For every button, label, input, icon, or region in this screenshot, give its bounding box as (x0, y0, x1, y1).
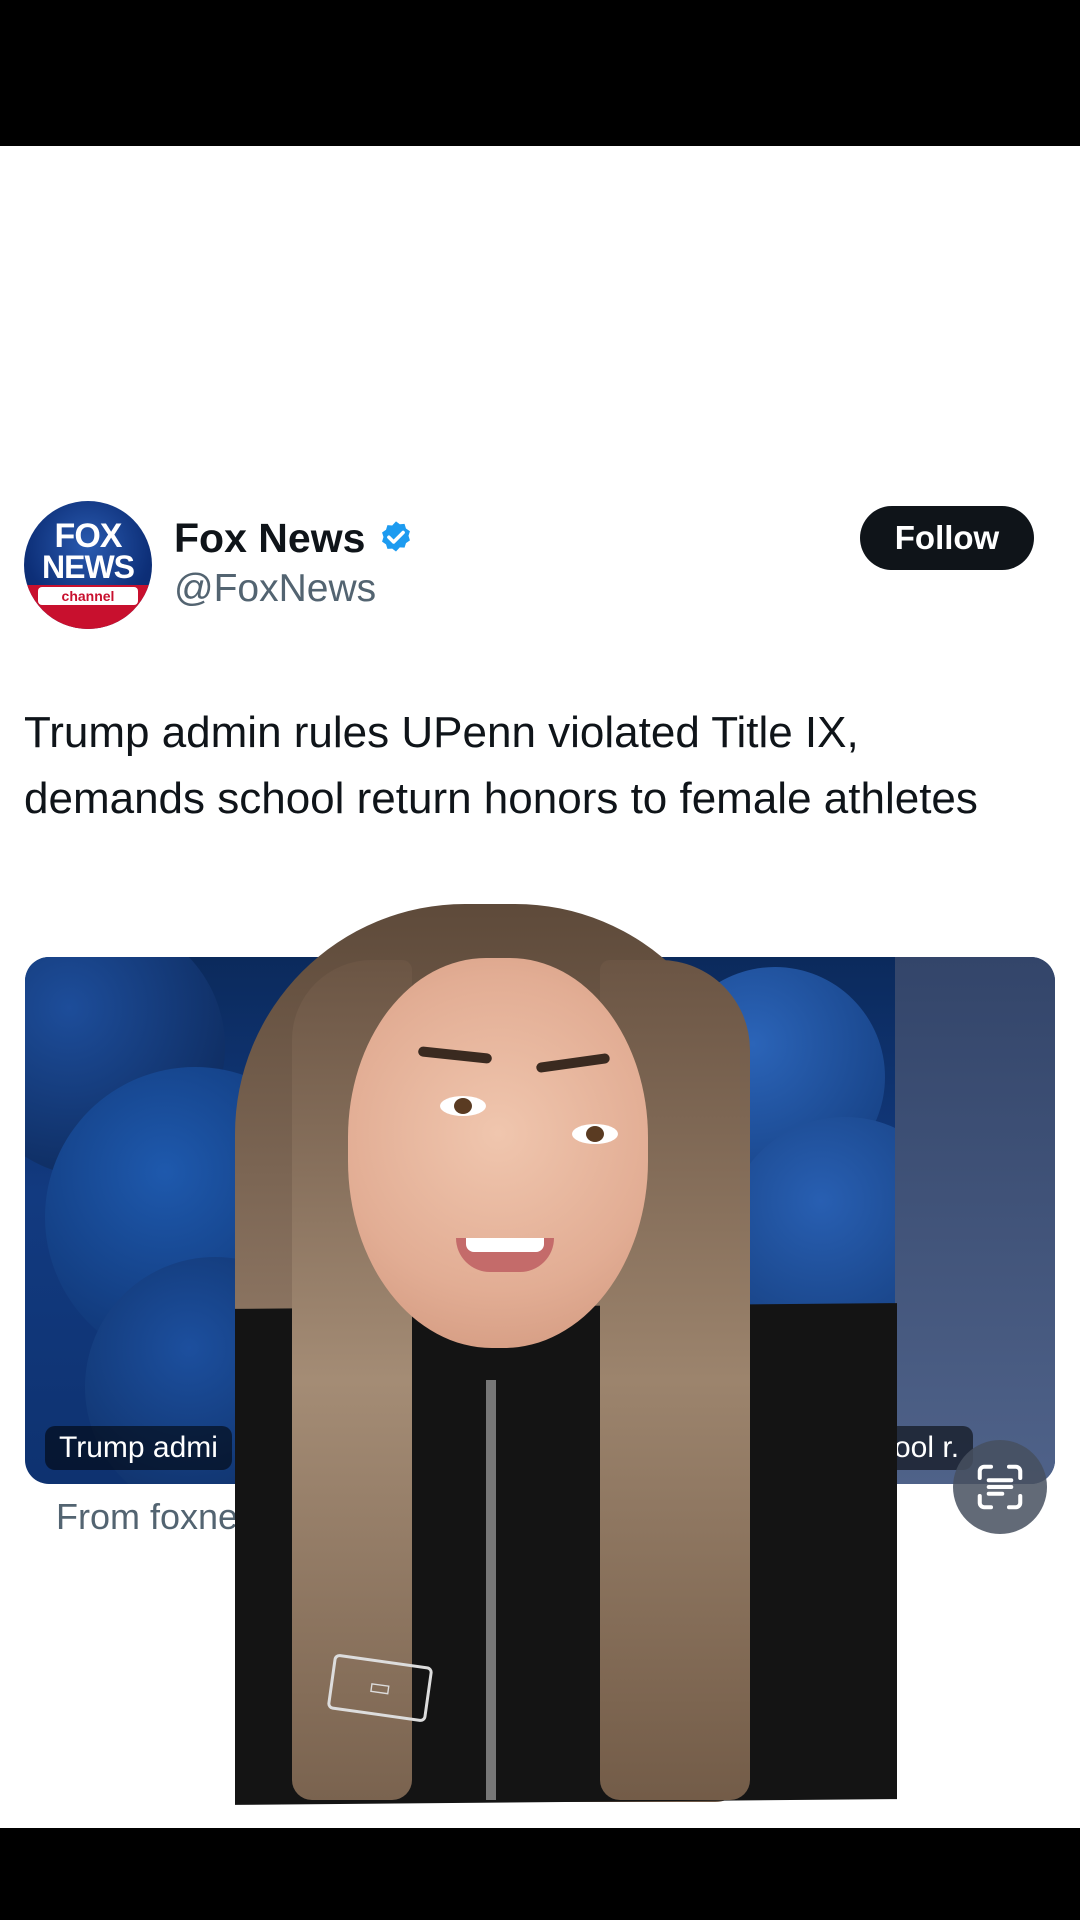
presenter-right-eye (572, 1124, 618, 1144)
top-bar (0, 0, 1080, 146)
jacket-zipper (486, 1380, 496, 1800)
bottom-bar (0, 1828, 1080, 1920)
tweet-text: Trump admin rules UPenn violated Title I… (24, 708, 978, 823)
scan-text-button[interactable] (953, 1440, 1047, 1534)
avatar-logo-line1: FOX (54, 517, 123, 555)
avatar-logo-line3: channel (38, 587, 138, 605)
card-source[interactable]: From foxne (56, 1496, 238, 1538)
verified-badge-icon (382, 521, 411, 552)
presenter-left-eye (440, 1096, 486, 1116)
presenter-face (348, 958, 648, 1348)
account-name-row[interactable]: Fox News (174, 512, 415, 564)
card-background-right (895, 957, 1055, 1484)
account-handle[interactable]: @FoxNews (174, 567, 376, 611)
account-avatar[interactable]: FOX NEWS channel (24, 501, 152, 629)
display-name[interactable]: Fox News (174, 515, 365, 562)
scan-text-icon (977, 1464, 1023, 1510)
follow-button[interactable]: Follow (860, 506, 1034, 570)
card-caption-left: Trump admi (45, 1426, 232, 1470)
avatar-logo-line2: NEWS (42, 549, 135, 585)
